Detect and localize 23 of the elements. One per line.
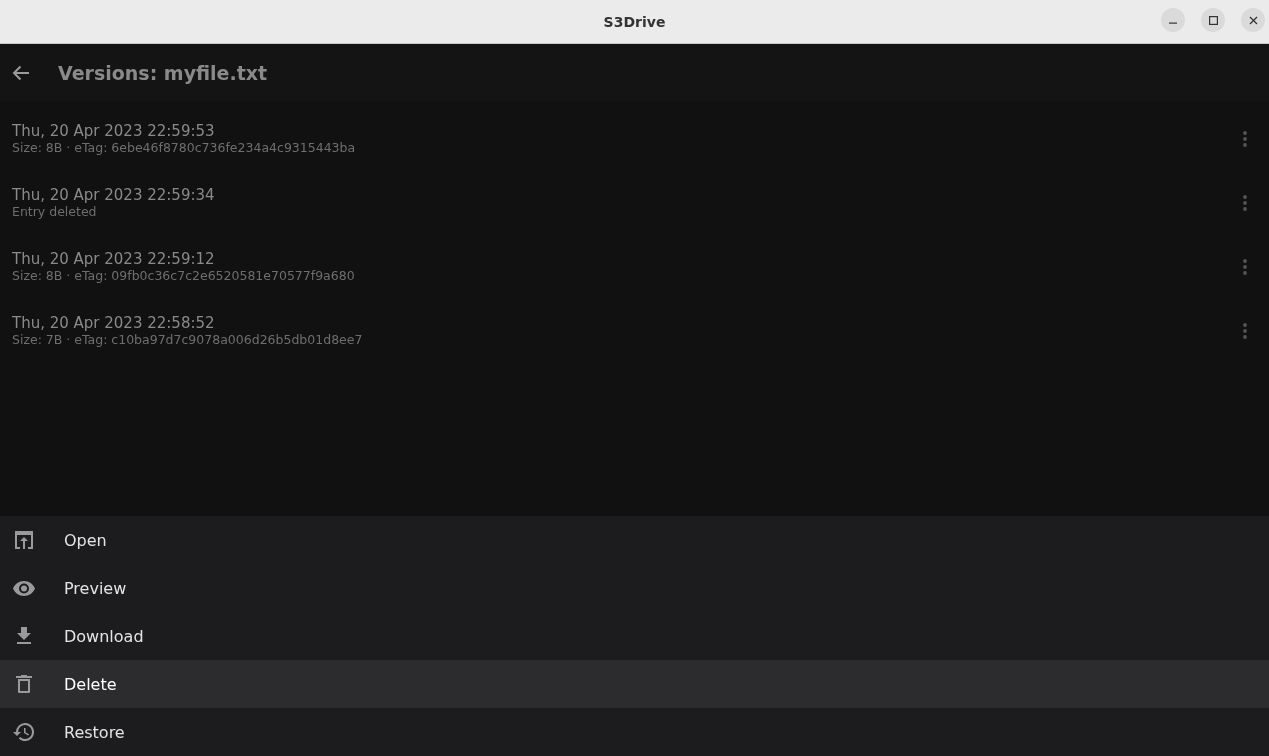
version-detail: Size: 7B · eTag: c10ba97d7c9078a006d26b5db01d8ee7 xyxy=(12,332,364,348)
close-icon xyxy=(1248,15,1258,25)
minimize-button[interactable] xyxy=(1161,8,1185,32)
version-detail: Size: 8B · eTag: 6ebe46f8780c736fe234a4c9315443ba xyxy=(12,140,357,156)
maximize-button[interactable] xyxy=(1201,8,1225,32)
version-date: Thu, 20 Apr 2023 22:59:53 xyxy=(12,122,216,140)
version-detail: Size: 8B · eTag: 09fb0c36c7c2e6520581e70577f9a680 xyxy=(12,268,356,284)
version-date: Thu, 20 Apr 2023 22:59:34 xyxy=(12,186,216,204)
version-date: Thu, 20 Apr 2023 22:59:12 xyxy=(12,250,216,268)
history-icon xyxy=(12,720,36,744)
maximize-icon xyxy=(1208,15,1218,25)
page-title: Versions: myfile.txt xyxy=(58,61,268,84)
more-vert-icon xyxy=(1243,195,1247,211)
window-title: S3Drive xyxy=(603,13,666,30)
back-arrow-icon xyxy=(12,64,30,81)
more-vert-icon xyxy=(1243,259,1247,275)
close-button[interactable] xyxy=(1241,8,1265,32)
more-vert-icon xyxy=(1243,131,1247,147)
version-date: Thu, 20 Apr 2023 22:58:52 xyxy=(12,314,216,332)
menu-item[interactable]: Delete xyxy=(0,660,1269,708)
more-vert-icon xyxy=(1243,323,1247,339)
open-in-icon xyxy=(12,528,36,552)
version-detail: Entry deleted xyxy=(12,204,98,220)
